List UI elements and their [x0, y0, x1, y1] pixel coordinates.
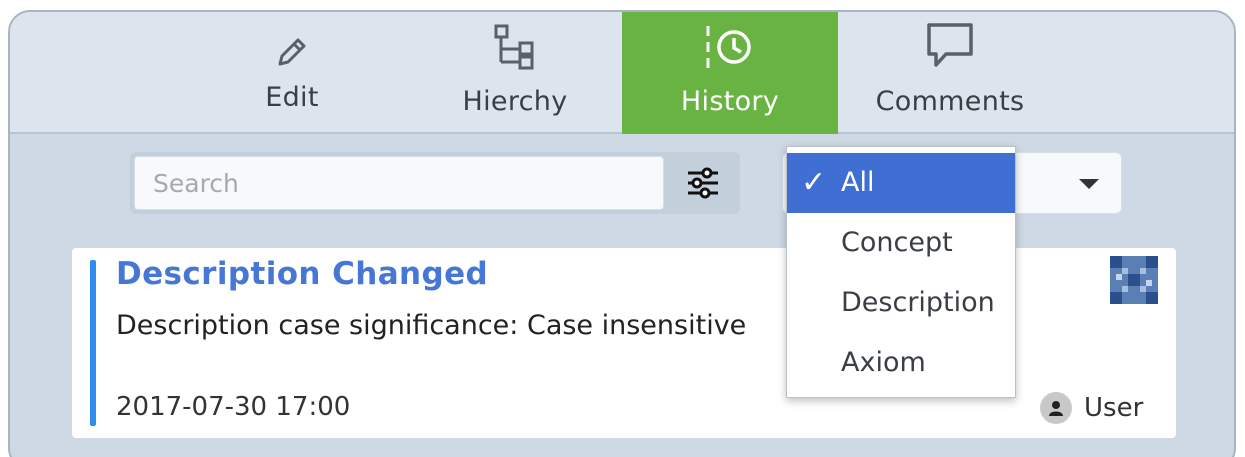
entry-timestamp: 2017-07-30 17:00	[116, 392, 351, 422]
hierarchy-icon	[490, 12, 540, 72]
filter-settings-button[interactable]	[670, 156, 736, 210]
chevron-down-icon	[1079, 179, 1099, 189]
pencil-icon	[272, 12, 312, 72]
tab-label-edit: Edit	[265, 82, 319, 113]
checkmark-icon: ✓	[801, 165, 827, 200]
thumbnail-icon[interactable]	[1110, 256, 1158, 304]
entry-title: Description Changed	[116, 256, 489, 292]
entry-accent-bar	[90, 260, 96, 426]
history-icon	[702, 12, 758, 72]
tab-label-history: History	[680, 86, 780, 117]
tab-bar: Edit Hierchy History Comments	[10, 12, 1234, 134]
entry-user-name: User	[1084, 393, 1144, 423]
dropdown-option-concept[interactable]: Concept	[787, 213, 1015, 273]
tab-comments[interactable]: Comments	[860, 12, 1040, 134]
search-input[interactable]	[134, 156, 664, 210]
entry-user: User	[1040, 392, 1143, 424]
tab-label-hierarchy: Hierchy	[462, 86, 568, 117]
tab-edit[interactable]: Edit	[232, 12, 352, 134]
user-icon	[1040, 392, 1072, 424]
search-bar	[130, 152, 740, 214]
filter-sliders-icon	[688, 167, 718, 199]
tab-label-comments: Comments	[875, 86, 1025, 117]
type-filter-dropdown: ✓ All Concept Description Axiom	[786, 146, 1016, 398]
dropdown-option-axiom[interactable]: Axiom	[787, 333, 1015, 393]
dropdown-option-description[interactable]: Description	[787, 273, 1015, 333]
history-panel: Edit Hierchy History Comments Search Des…	[8, 10, 1236, 457]
dropdown-option-all[interactable]: ✓ All	[787, 153, 1015, 213]
tab-history[interactable]: History	[622, 12, 838, 134]
tab-hierarchy[interactable]: Hierchy	[450, 12, 580, 134]
entry-description: Description case significance: Case inse…	[116, 310, 747, 341]
comment-icon	[924, 12, 976, 72]
